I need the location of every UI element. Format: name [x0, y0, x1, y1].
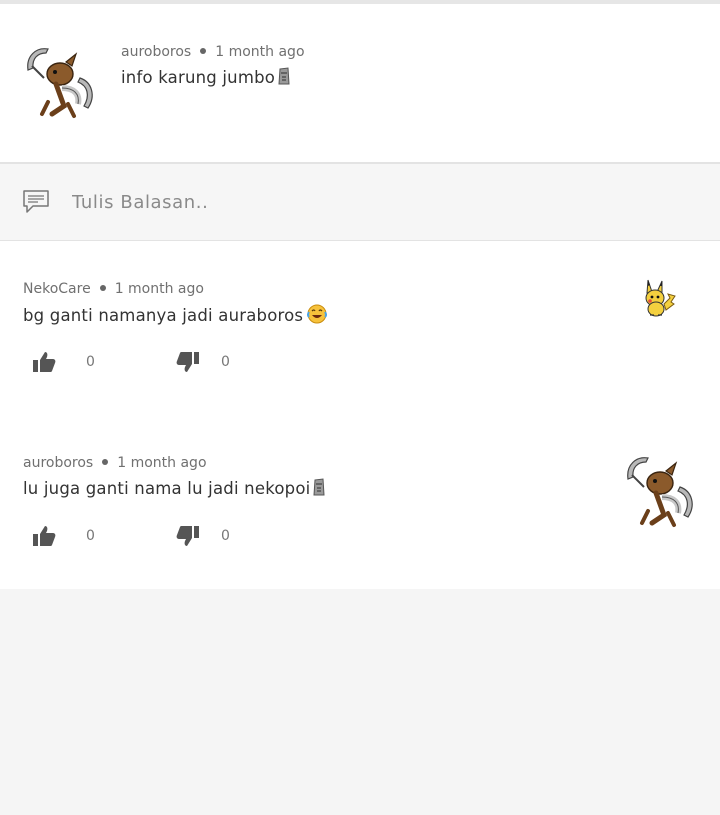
dislike-button[interactable]: 0: [176, 525, 230, 547]
reply-author[interactable]: NekoCare: [23, 281, 91, 297]
thumbs-up-icon: [33, 526, 56, 546]
thumbs-up-icon: [33, 352, 56, 372]
reply-author[interactable]: auroboros: [23, 455, 93, 471]
reply-meta: auroboros 1 month ago: [23, 455, 207, 471]
comment-text: info karung jumbo: [121, 67, 291, 87]
kabutops-avatar-icon[interactable]: [22, 44, 98, 120]
reply-input[interactable]: [64, 184, 700, 220]
comment-bubble-icon: [23, 190, 49, 213]
meta-separator-dot: [102, 459, 109, 465]
replies-list: NekoCare 1 month ago bg ganti namanya jad…: [0, 241, 720, 589]
like-button[interactable]: 0: [32, 525, 95, 547]
main-comment: auroboros 1 month ago info karung jumbo: [0, 4, 720, 164]
pikachu-avatar-icon[interactable]: [640, 278, 678, 318]
dislike-button[interactable]: 0: [176, 351, 230, 373]
moai-icon: [278, 67, 290, 85]
moai-icon: [313, 478, 325, 496]
reply-time: 1 month ago: [114, 281, 204, 297]
comment-author[interactable]: auroboros: [121, 44, 191, 60]
reply-bar: [0, 164, 720, 241]
kabutops-avatar-icon[interactable]: [622, 453, 698, 529]
reply-text: bg ganti namanya jadi auraboros: [23, 304, 328, 325]
reply-time: 1 month ago: [117, 455, 207, 471]
thumbs-down-icon: [176, 352, 199, 372]
dislike-count: 0: [221, 354, 230, 370]
dislike-count: 0: [221, 528, 230, 544]
reply-body: bg ganti namanya jadi auraboros: [23, 306, 304, 325]
reply-text: lu juga ganti nama lu jadi nekopoi: [23, 478, 326, 498]
comment-time: 1 month ago: [215, 44, 305, 60]
comment-meta: auroboros 1 month ago: [121, 44, 305, 60]
reply-body: lu juga ganti nama lu jadi nekopoi: [23, 479, 311, 498]
reply-meta: NekoCare 1 month ago: [23, 281, 204, 297]
thumbs-down-icon: [176, 526, 199, 546]
meta-separator-dot: [200, 48, 207, 54]
like-button[interactable]: 0: [32, 351, 95, 373]
like-count: 0: [86, 354, 95, 370]
meta-separator-dot: [99, 285, 106, 291]
face-with-tears-of-joy-icon: [307, 304, 328, 324]
like-count: 0: [86, 528, 95, 544]
comment-body: info karung jumbo: [121, 68, 276, 87]
